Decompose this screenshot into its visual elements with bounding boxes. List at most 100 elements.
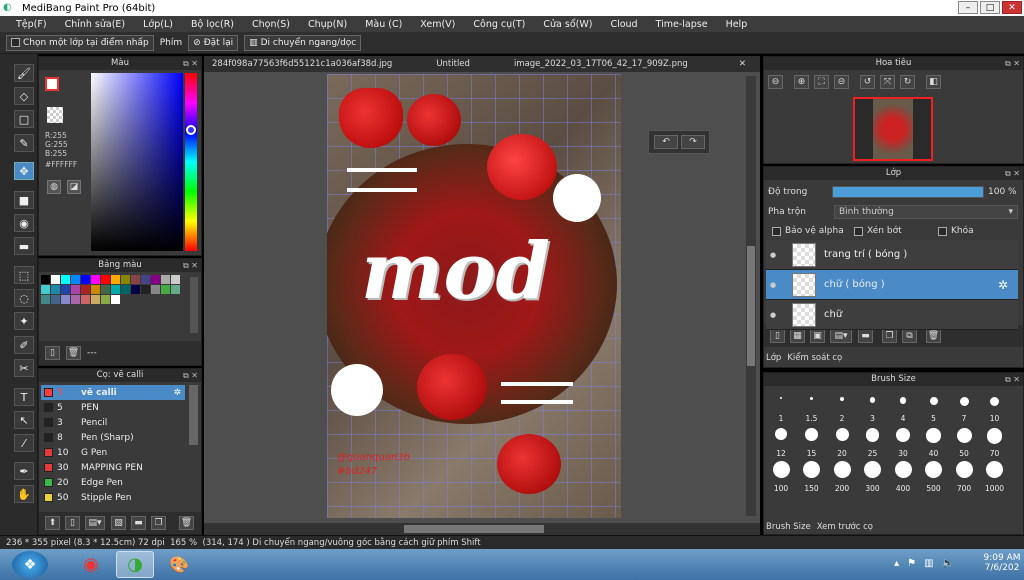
menu-window[interactable]: Cửa sổ(W) xyxy=(533,19,600,30)
upload-brush-icon[interactable]: ⬆ xyxy=(45,516,60,530)
pen-tool-icon[interactable]: ✎ xyxy=(14,134,34,152)
brush-item[interactable]: 20 Edge Pen xyxy=(41,475,185,490)
palette-swatch[interactable] xyxy=(61,295,70,304)
flip-horizontal-icon[interactable]: ◧ xyxy=(926,75,941,89)
tray-volume-icon[interactable]: 🔈 xyxy=(942,558,954,569)
layer-row[interactable]: ● chữ xyxy=(766,300,1018,330)
fill-shape-icon[interactable]: ■ xyxy=(14,191,34,209)
actual-size-icon[interactable]: ⊝ xyxy=(834,75,849,89)
menu-file[interactable]: Tệp(F) xyxy=(6,19,55,30)
palette-swatch[interactable] xyxy=(81,285,90,294)
minimize-button[interactable]: – xyxy=(958,1,978,14)
select-rect-icon[interactable]: ⬚ xyxy=(14,266,34,284)
lock-checkbox[interactable]: Khóa xyxy=(938,226,974,236)
new-layer-icon[interactable]: ▯ xyxy=(770,329,785,343)
canvas-vertical-scrollbar[interactable] xyxy=(746,76,756,516)
layer-row[interactable]: ● chữ ( bóng ) ✲ xyxy=(766,270,1018,300)
clipping-checkbox[interactable]: Xén bớt xyxy=(854,226,902,236)
select-pen-icon[interactable]: ✐ xyxy=(14,336,34,354)
palette-swatch[interactable] xyxy=(61,285,70,294)
tray-arrow-icon[interactable]: ▴ xyxy=(894,558,899,569)
palette-swatch[interactable] xyxy=(141,285,150,294)
divide-tool-icon[interactable]: ⁄ xyxy=(14,434,34,452)
artwork-canvas[interactable]: mod @quanquan3b #bd247 xyxy=(327,74,621,518)
brush-size-option[interactable]: 200 xyxy=(827,461,857,493)
menu-cloud[interactable]: Cloud xyxy=(600,19,645,30)
menu-color[interactable]: Màu (C) xyxy=(355,19,410,30)
menu-snap[interactable]: Chụp(N) xyxy=(298,19,355,30)
brush-size-option[interactable]: 50 xyxy=(949,426,979,458)
brush-size-option[interactable]: 7 xyxy=(949,391,979,423)
text-tool-icon[interactable]: T xyxy=(14,388,34,406)
brush-size-option[interactable]: 2 xyxy=(827,391,857,423)
layer-folder-icon[interactable]: ▬ xyxy=(858,329,873,343)
brush-size-option[interactable]: 1.5 xyxy=(797,391,827,423)
menu-tools[interactable]: Công cụ(T) xyxy=(463,19,533,30)
brush-size-option[interactable]: 4 xyxy=(888,391,918,423)
tab-brush-size[interactable]: Brush Size xyxy=(766,522,811,532)
palette-swatch[interactable] xyxy=(161,275,170,284)
palette-swatch[interactable] xyxy=(111,275,120,284)
palette-swatch[interactable] xyxy=(41,275,50,284)
eyedropper-icon[interactable]: ✒ xyxy=(14,462,34,480)
close-button[interactable]: ✕ xyxy=(1002,1,1022,14)
palette-swatch[interactable] xyxy=(91,275,100,284)
palette-swatch[interactable] xyxy=(41,295,50,304)
navigator-preview[interactable] xyxy=(853,97,933,161)
palette-swatch[interactable] xyxy=(91,295,100,304)
palette-swatch[interactable] xyxy=(61,275,70,284)
select-layer-checkbox[interactable]: Chọn một lớp tại điểm nhấp xyxy=(6,34,154,51)
opacity-slider[interactable] xyxy=(832,186,984,198)
palette-swatch[interactable] xyxy=(121,275,130,284)
delete-palette-icon[interactable]: 🗑 xyxy=(66,346,81,360)
palette-swatch[interactable] xyxy=(131,285,140,294)
select-eraser-icon[interactable]: ✂ xyxy=(14,359,34,377)
close-tab-icon[interactable]: ✕ xyxy=(731,59,754,69)
palette-swatch[interactable] xyxy=(51,275,60,284)
palette-swatch[interactable] xyxy=(151,275,160,284)
brush-item[interactable]: 5 vẽ calli ✲ xyxy=(41,385,185,400)
palette-scrollbar[interactable] xyxy=(190,277,198,333)
hue-handle[interactable] xyxy=(186,125,196,135)
saturation-value-picker[interactable] xyxy=(91,73,183,251)
brush-item[interactable]: 8 Pen (Sharp) xyxy=(41,430,185,445)
zoom-out-icon[interactable]: ⊖ xyxy=(768,75,783,89)
rect-select-icon[interactable]: □ xyxy=(14,110,34,128)
gear-icon[interactable]: ✲ xyxy=(173,388,181,398)
tab-brush-control[interactable]: Kiểm soát cọ xyxy=(787,353,842,363)
tab-brush-preview[interactable]: Xem trước cọ xyxy=(817,522,873,532)
palette-swatch[interactable] xyxy=(111,295,120,304)
brush-size-option[interactable]: 300 xyxy=(858,461,888,493)
menu-view[interactable]: Xem(V) xyxy=(410,19,463,30)
brush-settings-icon[interactable]: ▧ xyxy=(111,516,126,530)
duplicate-brush-icon[interactable]: ❐ xyxy=(151,516,166,530)
brush-size-option[interactable]: 15 xyxy=(797,426,827,458)
brush-size-option[interactable]: 100 xyxy=(766,461,796,493)
palette-swatch[interactable] xyxy=(131,275,140,284)
layer-row[interactable]: ● trang trí ( bóng ) xyxy=(766,240,1018,270)
visibility-eye-icon[interactable]: ● xyxy=(770,251,776,259)
palette-swatch[interactable] xyxy=(51,295,60,304)
fit-window-icon[interactable]: ⛶ xyxy=(814,75,829,89)
brush-item[interactable]: 30 MAPPING PEN xyxy=(41,460,185,475)
reset-rotation-icon[interactable]: ⤧ xyxy=(880,75,895,89)
palette-swatch[interactable] xyxy=(171,285,180,294)
gradient-tool-icon[interactable]: ▬ xyxy=(14,237,34,255)
brush-size-option[interactable]: 30 xyxy=(888,426,918,458)
brush-size-option[interactable]: 20 xyxy=(827,426,857,458)
move-tool-icon[interactable]: ✥ xyxy=(14,162,34,180)
redo-icon[interactable]: ↷ xyxy=(681,135,705,149)
bucket-tool-icon[interactable]: ◉ xyxy=(14,214,34,232)
palette-swatch[interactable] xyxy=(101,275,110,284)
gear-icon[interactable]: ✲ xyxy=(998,278,1008,292)
hand-tool-icon[interactable]: ✋ xyxy=(14,485,34,503)
new-brush-icon[interactable]: ▯ xyxy=(65,516,80,530)
tray-network-icon[interactable]: ▥ xyxy=(924,558,933,569)
brush-size-option[interactable]: 12 xyxy=(766,426,796,458)
tab-document-3[interactable]: image_2022_03_17T06_42_17_909Z.png xyxy=(506,59,696,69)
palette-swatch[interactable] xyxy=(71,285,80,294)
brush-size-option[interactable]: 5 xyxy=(919,391,949,423)
add-brush-icon[interactable]: ▤▾ xyxy=(85,516,105,530)
magic-wand-icon[interactable]: ✦ xyxy=(14,312,34,330)
visibility-eye-icon[interactable]: ● xyxy=(770,311,776,319)
